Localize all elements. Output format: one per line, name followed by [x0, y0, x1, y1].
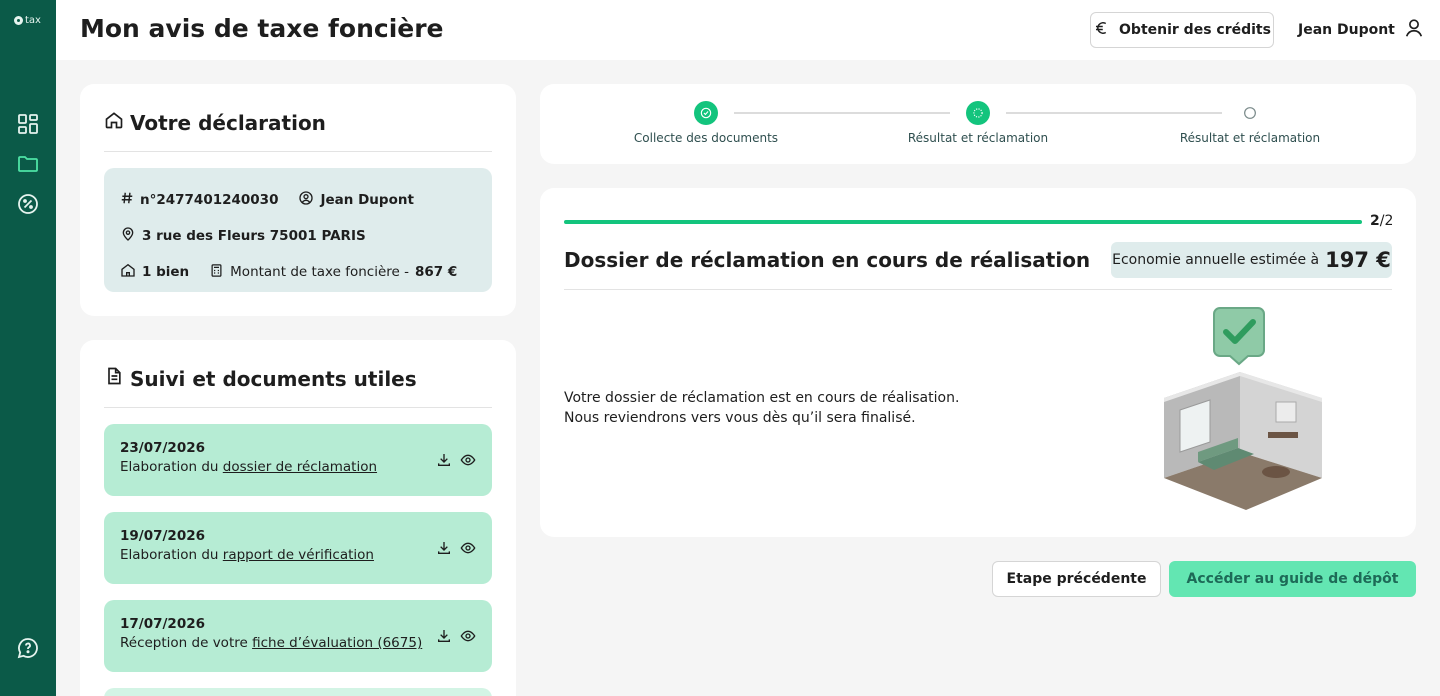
page-title: Mon avis de taxe foncière — [80, 14, 444, 43]
room-illustration — [1164, 307, 1322, 510]
filing-guide-button[interactable]: Accéder au guide de dépôt — [1169, 561, 1416, 597]
declaration-info-box: n°2477401240030 Jean Dupont 3 rue des Fl… — [104, 168, 492, 292]
document-link[interactable]: fiche d’évaluation (6675) — [252, 635, 422, 651]
folder-icon[interactable] — [16, 152, 40, 176]
document-item: 19/07/2026 Elaboration du rapport de vér… — [104, 512, 492, 584]
declaration-number: n°2477401240030 — [140, 192, 279, 208]
declaration-owner: Jean Dupont — [320, 192, 414, 208]
document-prefix: Elaboration du — [120, 547, 219, 563]
document-link[interactable]: dossier de réclamation — [223, 459, 377, 475]
house-icon — [120, 262, 136, 282]
declaration-title: Votre déclaration — [104, 110, 326, 135]
step-active-icon — [966, 101, 990, 125]
eye-icon[interactable] — [460, 452, 476, 468]
declaration-title-text: Votre déclaration — [130, 110, 326, 135]
documents-card: Suivi et documents utiles 23/07/2026 Ela… — [80, 340, 516, 696]
document-prefix: Réception de votre — [120, 635, 248, 651]
document-item: 23/07/2026 Elaboration du dossier de réc… — [104, 424, 492, 496]
divider — [104, 151, 492, 152]
document-date: 17/07/2026 — [120, 616, 206, 632]
home-icon — [104, 110, 124, 135]
calculator-icon — [209, 263, 224, 282]
document-item: 17/07/2026 Réception de votre fiche d’év… — [104, 600, 492, 672]
documents-title-text: Suivi et documents utiles — [130, 366, 417, 391]
claim-message: Votre dossier de réclamation est en cour… — [564, 388, 959, 428]
savings-label: Economie annuelle estimée à — [1112, 252, 1320, 268]
step-done-icon — [694, 101, 718, 125]
tax-amount-value: 867 € — [415, 264, 458, 280]
discount-icon[interactable] — [16, 192, 40, 216]
support-chat-icon[interactable] — [16, 636, 40, 660]
document-link[interactable]: rapport de vérification — [223, 547, 374, 563]
previous-step-button[interactable]: Etape précédente — [992, 561, 1161, 597]
download-icon[interactable] — [436, 540, 452, 556]
step-label: Résultat et réclamation — [1179, 131, 1321, 145]
location-icon — [120, 226, 136, 246]
step-connector — [734, 112, 950, 114]
document-prefix: Elaboration du — [120, 459, 219, 475]
user-name: Jean Dupont — [1298, 22, 1395, 38]
eye-icon[interactable] — [460, 628, 476, 644]
get-credits-button[interactable]: Obtenir des crédits — [1090, 12, 1274, 48]
claim-card: 2/2 Dossier de réclamation en cours de r… — [540, 188, 1416, 537]
document-item-partial — [104, 688, 492, 696]
declaration-card: Votre déclaration n°2477401240030 Jean D… — [80, 84, 516, 316]
download-icon[interactable] — [436, 628, 452, 644]
step-pending-icon — [1238, 101, 1262, 125]
declaration-properties: 1 bien — [142, 264, 190, 280]
euro-icon — [1093, 19, 1111, 41]
user-menu[interactable]: Jean Dupont — [1298, 17, 1425, 43]
user-circle-icon — [298, 190, 314, 210]
hash-icon — [120, 191, 134, 209]
savings-badge: Economie annuelle estimée à 197 € — [1111, 242, 1392, 278]
declaration-address: 3 rue des Fleurs 75001 PARIS — [142, 228, 366, 244]
app-logo[interactable]: tax — [14, 15, 41, 26]
logo-text: tax — [25, 15, 41, 26]
tax-amount-label: Montant de taxe foncière - — [230, 264, 409, 280]
get-credits-label: Obtenir des crédits — [1119, 22, 1271, 38]
step-label: Résultat et réclamation — [907, 131, 1049, 145]
divider — [104, 407, 492, 408]
claim-message-line: Votre dossier de réclamation est en cour… — [564, 390, 960, 406]
savings-value: 197 € — [1325, 248, 1391, 272]
progress-bar — [564, 220, 1362, 224]
document-date: 23/07/2026 — [120, 440, 206, 456]
logo-dot-icon — [14, 16, 23, 25]
claim-title: Dossier de réclamation en cours de réali… — [564, 248, 1091, 272]
claim-message-line: Nous reviendrons vers vous dès qu’il ser… — [564, 410, 916, 426]
step-label: Collecte des documents — [633, 131, 779, 145]
sidebar: tax — [0, 0, 56, 696]
progress-count: 2/2 — [1370, 213, 1394, 229]
document-date: 19/07/2026 — [120, 528, 206, 544]
document-icon — [104, 366, 124, 391]
top-header: Mon avis de taxe foncière Obtenir des cr… — [56, 0, 1440, 60]
step-connector — [1006, 112, 1222, 114]
eye-icon[interactable] — [460, 540, 476, 556]
user-icon — [1403, 17, 1425, 43]
download-icon[interactable] — [436, 452, 452, 468]
divider — [564, 289, 1392, 290]
dashboard-icon[interactable] — [16, 112, 40, 136]
documents-title: Suivi et documents utiles — [104, 366, 417, 391]
